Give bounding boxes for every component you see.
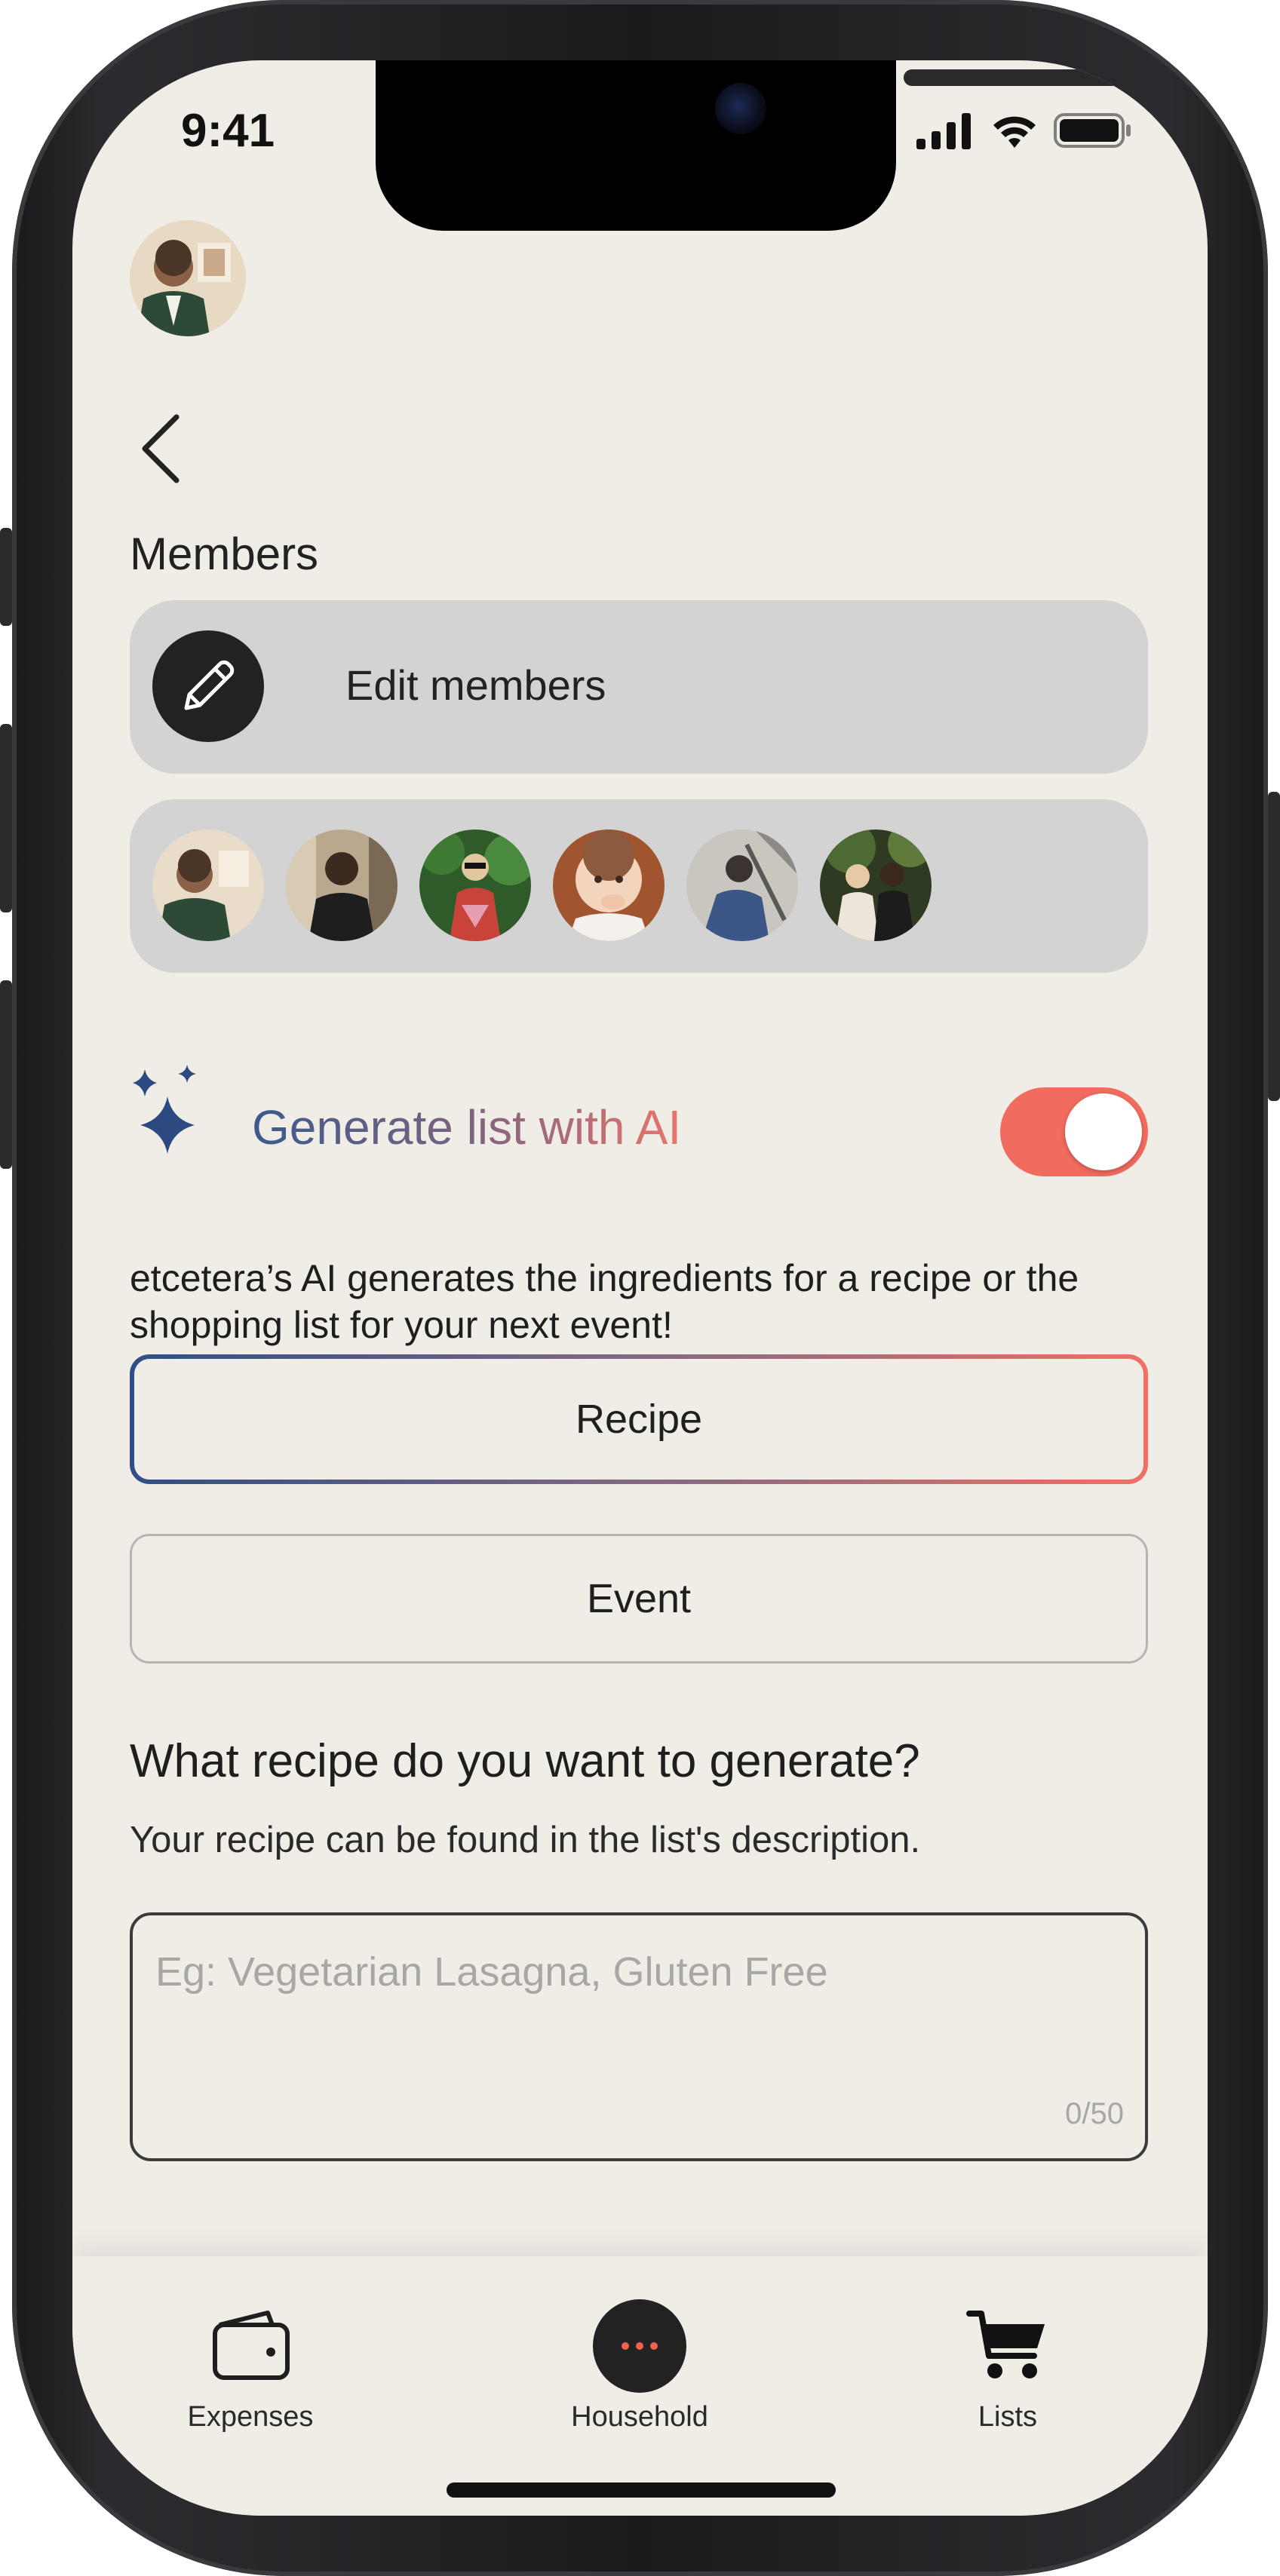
ai-generate-row: Generate list with AI — [130, 1063, 1148, 1176]
edit-icon-container — [152, 630, 264, 742]
member-avatar[interactable] — [152, 830, 264, 941]
pencil-icon — [184, 660, 235, 710]
member-photo — [686, 830, 798, 941]
household-icon-wrapper — [542, 2299, 738, 2393]
edit-members-label: Edit members — [345, 661, 606, 709]
cart-icon — [910, 2302, 1106, 2390]
status-icons — [916, 112, 1132, 149]
ai-toggle[interactable] — [1000, 1087, 1148, 1176]
notch — [376, 60, 1130, 231]
signal-icon — [916, 113, 971, 149]
member-avatar[interactable] — [686, 830, 798, 941]
member-photo — [553, 830, 665, 941]
bottom-tab-bar: Expenses Household Lists — [72, 2256, 1208, 2516]
member-photo — [820, 830, 932, 941]
toggle-knob — [1065, 1093, 1142, 1170]
recipe-question-subtitle: Your recipe can be found in the list's d… — [130, 1820, 921, 1860]
profile-photo — [130, 220, 246, 336]
ai-generate-title: Generate list with AI — [252, 1100, 682, 1155]
volume-down-button — [0, 980, 12, 1169]
member-photo — [419, 830, 531, 941]
volume-up-button — [0, 724, 12, 912]
profile-avatar[interactable] — [130, 220, 246, 336]
member-avatar[interactable] — [419, 830, 531, 941]
members-avatar-row — [130, 799, 1148, 973]
tab-expenses-label: Expenses — [187, 2401, 314, 2433]
battery-icon — [1054, 113, 1131, 148]
wallet-icon — [152, 2302, 348, 2390]
tab-lists-label: Lists — [978, 2401, 1038, 2433]
tab-household[interactable]: Household — [542, 2299, 738, 2433]
tab-household-label: Household — [571, 2401, 708, 2433]
mute-switch — [0, 528, 12, 626]
front-camera — [715, 83, 766, 134]
sparkle-icon — [133, 1065, 196, 1154]
member-avatar[interactable] — [286, 830, 398, 941]
ai-description: etcetera’s AI generates the ingredients … — [130, 1257, 1079, 1346]
member-photo — [286, 830, 398, 941]
recipe-question-title: What recipe do you want to generate? — [130, 1735, 920, 1787]
status-time: 9:41 — [181, 105, 275, 157]
more-dots-icon — [593, 2299, 686, 2393]
member-avatar[interactable] — [820, 830, 932, 941]
back-button[interactable] — [137, 407, 198, 490]
recipe-input-placeholder: Eg: Vegetarian Lasagna, Gluten Free — [155, 1949, 828, 1995]
member-avatar[interactable] — [553, 830, 665, 941]
earpiece — [904, 69, 1130, 86]
home-indicator[interactable] — [447, 2482, 836, 2498]
power-button — [1268, 792, 1280, 1101]
edit-members-button[interactable]: Edit members — [130, 600, 1148, 774]
chevron-left-icon — [142, 414, 180, 483]
wifi-icon — [993, 116, 1036, 148]
member-photo — [152, 830, 264, 941]
recipe-input[interactable]: Eg: Vegetarian Lasagna, Gluten Free 0/50 — [130, 1912, 1148, 2161]
event-option-button[interactable]: Event — [130, 1534, 1148, 1664]
members-section-label: Members — [130, 529, 319, 579]
character-counter: 0/50 — [1065, 2097, 1124, 2130]
app-screen: 9:41 Members Edit members Generate list … — [72, 60, 1208, 2516]
tab-lists[interactable]: Lists — [910, 2302, 1106, 2433]
tab-expenses[interactable]: Expenses — [152, 2302, 348, 2433]
recipe-option-button[interactable]: Recipe — [130, 1354, 1148, 1484]
